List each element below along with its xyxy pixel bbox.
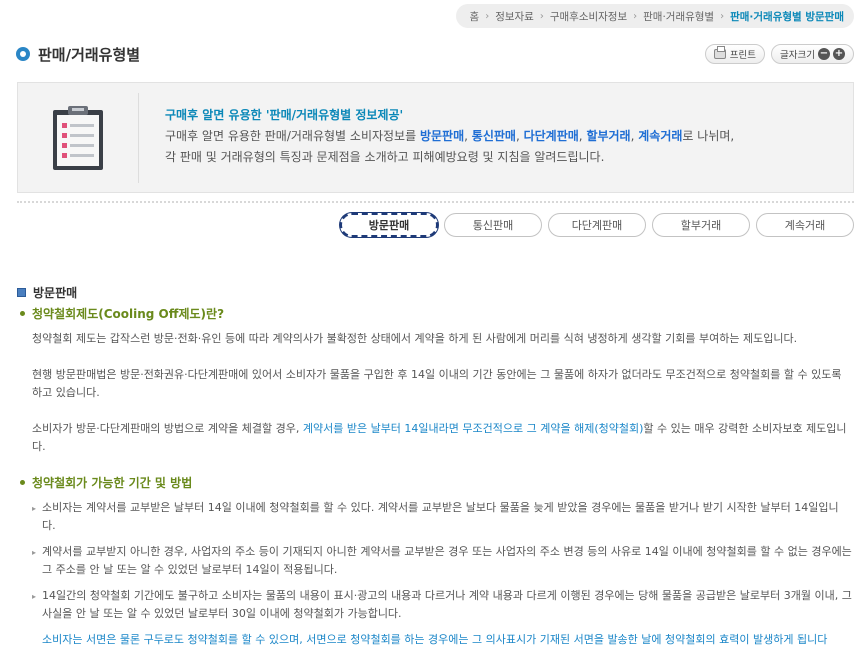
breadcrumb-current: 판매·거래유형별 방문판매 <box>730 10 844 23</box>
title-tools: 프린트 글자크기 − + <box>704 44 854 64</box>
paragraph: 현행 방문판매법은 방문·전화권유·다단계판매에 있어서 소비자가 물품을 구입… <box>32 368 842 399</box>
info-headline: 구매후 알면 유용한 '판매/거래유형별 정보제공' <box>165 108 404 122</box>
tab-mail-order[interactable]: 통신판매 <box>444 213 542 237</box>
section-content: 청약철회제도(Cooling Off제도)란? 청약철회 제도는 갑작스런 방문… <box>20 305 852 645</box>
type-highlight: 다단계판매 <box>523 129 579 143</box>
note-text: 소비자는 서면은 물론 구두로도 청약철회를 할 수 있으며, 서면으로 청약철… <box>42 633 828 645</box>
list-item-text: 계약서를 교부받지 아니한 경우, 사업자의 주소 등이 기재되지 아니한 계약… <box>42 545 852 576</box>
list-item: ▸ 소비자는 계약서를 교부받은 날부터 14일 이내에 청약철회를 할 수 있다… <box>20 499 852 535</box>
type-highlight: 계속거래 <box>638 129 683 143</box>
separator: , <box>464 129 472 143</box>
tab-multilevel[interactable]: 다단계판매 <box>548 213 646 237</box>
info-line-1: 구매후 알면 유용한 판매/거래유형별 소비자정보를 방문판매, 통신판매, 다… <box>165 126 843 147</box>
type-highlight: 할부거래 <box>586 129 631 143</box>
subheading: 청약철회가 가능한 기간 및 방법 <box>20 474 852 491</box>
type-highlight: 통신판매 <box>471 129 516 143</box>
title-row: 판매/거래유형별 프린트 글자크기 − + <box>16 42 854 66</box>
triangle-bullet-icon: ▸ <box>32 504 37 513</box>
triangle-bullet-icon: ▸ <box>32 592 37 601</box>
paragraph: 소비자가 방문·다단계판매의 방법으로 계약을 체결할 경우, 계약서를 받은 … <box>20 420 852 456</box>
dot-bullet-icon <box>20 311 25 316</box>
info-line-1-suffix: 로 나뉘며, <box>682 129 735 143</box>
info-text: 구매후 알면 유용한 '판매/거래유형별 정보제공' 구매후 알면 유용한 판매… <box>165 105 843 168</box>
section-title-text: 방문판매 <box>33 286 78 300</box>
tab-door-to-door[interactable]: 방문판매 <box>340 213 438 237</box>
page-title: 판매/거래유형별 <box>38 45 141 64</box>
print-label: 프린트 <box>729 50 757 61</box>
info-line-2: 각 판매 및 거래유형의 특징과 문제점을 소개하고 피해예방요령 및 지침을 … <box>165 150 605 164</box>
print-button[interactable]: 프린트 <box>704 44 766 64</box>
chevron-right-icon: › <box>720 10 725 22</box>
font-size-label: 글자크기 <box>780 50 815 61</box>
subheading-text: 청약철회가 가능한 기간 및 방법 <box>32 476 193 490</box>
info-box: 구매후 알면 유용한 '판매/거래유형별 정보제공' 구매후 알면 유용한 판매… <box>17 82 854 193</box>
breadcrumb-item[interactable]: 판매·거래유형별 <box>643 9 714 24</box>
list-item-text: 14일간의 청약철회 기간에도 불구하고 소비자는 물품의 내용이 표시·광고의… <box>42 589 852 620</box>
paragraph: 청약철회 제도는 갑작스런 방문·전화·유인 등에 따라 계약의사가 불확정한 … <box>32 332 798 345</box>
triangle-bullet-icon: ▸ <box>32 548 37 557</box>
info-line-1-prefix: 구매후 알면 유용한 판매/거래유형별 소비자정보를 <box>165 129 420 143</box>
separator: , <box>515 129 524 143</box>
square-bullet-icon <box>17 288 26 297</box>
subheading-text: 청약철회제도(Cooling Off제도)란? <box>32 307 225 321</box>
breadcrumb-item[interactable]: 구매후소비자정보 <box>550 9 627 24</box>
paragraph-text: 소비자가 방문·다단계판매의 방법으로 계약을 체결할 경우, <box>32 422 303 435</box>
breadcrumb: 홈 › 정보자료 › 구매후소비자정보 › 판매·거래유형별 › 판매·거래유형… <box>455 4 854 28</box>
list-item: ▸ 계약서를 교부받지 아니한 경우, 사업자의 주소 등이 기재되지 아니한 계… <box>20 543 852 579</box>
highlight-text: 계약서를 받은 날부터 14일내라면 무조건적으로 그 계약을 해제(청약철회) <box>302 422 644 435</box>
type-highlight: 방문판매 <box>419 129 465 143</box>
list-item-text: 소비자는 계약서를 교부받은 날부터 14일 이내에 청약철회를 할 수 있다.… <box>42 501 839 532</box>
zoom-out-icon[interactable]: − <box>818 48 830 60</box>
tab-continuous[interactable]: 계속거래 <box>756 213 854 237</box>
clipboard-icon <box>53 106 103 170</box>
zoom-in-icon[interactable]: + <box>833 48 845 60</box>
chevron-right-icon: › <box>633 10 638 22</box>
breadcrumb-item[interactable]: 정보자료 <box>495 9 534 24</box>
section-title: 방문판매 <box>17 284 77 301</box>
chevron-right-icon: › <box>539 10 544 22</box>
dot-bullet-icon <box>20 480 25 485</box>
type-tabs: 방문판매 통신판매 다단계판매 할부거래 계속거래 <box>340 213 854 237</box>
chevron-right-icon: › <box>485 10 490 22</box>
font-size-control: 글자크기 − + <box>771 44 854 64</box>
breadcrumb-home[interactable]: 홈 <box>470 9 480 24</box>
subheading: 청약철회제도(Cooling Off제도)란? <box>20 305 852 322</box>
circle-bullet-icon <box>16 47 30 61</box>
list-item: ▸ 14일간의 청약철회 기간에도 불구하고 소비자는 물품의 내용이 표시·광고… <box>20 587 852 623</box>
tab-installment[interactable]: 할부거래 <box>652 213 750 237</box>
printer-icon <box>713 46 726 59</box>
dotted-divider <box>17 201 854 203</box>
info-divider <box>138 93 139 183</box>
